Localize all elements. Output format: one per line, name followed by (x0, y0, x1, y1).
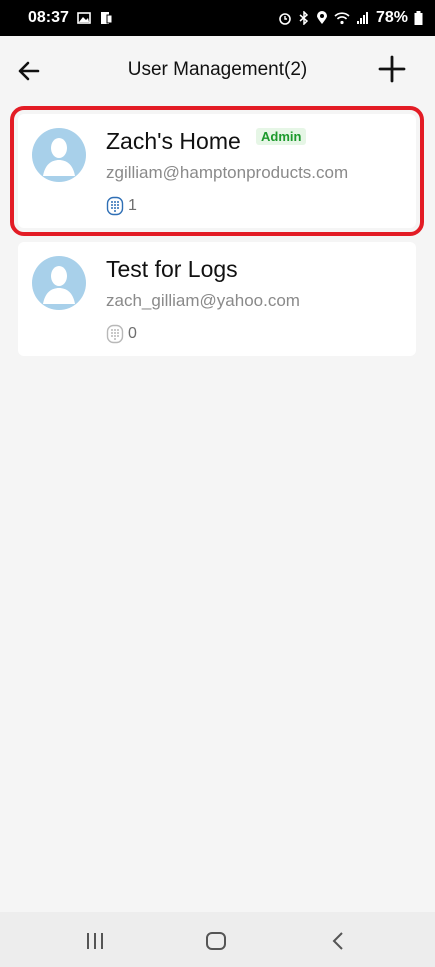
location-icon (316, 11, 327, 24)
status-bar: 08:37 78% (0, 0, 435, 36)
device-count: 0 (106, 324, 137, 344)
gallery-icon (77, 12, 91, 24)
user-card-zachs-home[interactable]: Zach's Home Admin zgilliam@hamptonproduc… (10, 106, 424, 236)
device-count-value: 1 (128, 197, 137, 214)
home-icon[interactable] (203, 928, 229, 954)
battery-icon (414, 11, 423, 25)
recent-apps-icon[interactable] (82, 928, 108, 954)
avatar-icon (32, 256, 86, 310)
device-count: 1 (106, 196, 137, 216)
device-count-value: 0 (128, 325, 137, 342)
user-name: Test for Logs (106, 256, 238, 282)
page-title: User Management(2) (127, 59, 308, 80)
user-card-test-for-logs[interactable]: Test for Logs zach_gilliam@yahoo.com 0 (18, 242, 416, 356)
bluetooth-icon (299, 11, 309, 25)
wifi-icon (334, 12, 350, 25)
keypad-icon (106, 196, 124, 216)
signal-icon (356, 12, 368, 24)
user-email: zach_gilliam@yahoo.com (106, 291, 300, 310)
user-name: Zach's Home (106, 128, 241, 154)
sim-icon (100, 12, 113, 24)
alarm-icon (279, 13, 291, 25)
avatar-icon (32, 128, 86, 182)
app-header: User Management(2) (0, 36, 435, 106)
plus-icon[interactable] (377, 54, 407, 84)
user-email: zgilliam@hamptonproducts.com (106, 163, 349, 182)
back-icon[interactable] (326, 928, 352, 954)
status-time: 08:37 (28, 9, 69, 26)
admin-badge: Admin (256, 128, 307, 145)
keypad-icon (106, 324, 124, 344)
battery-percent: 78% (375, 9, 408, 26)
system-nav-bar (0, 912, 435, 967)
